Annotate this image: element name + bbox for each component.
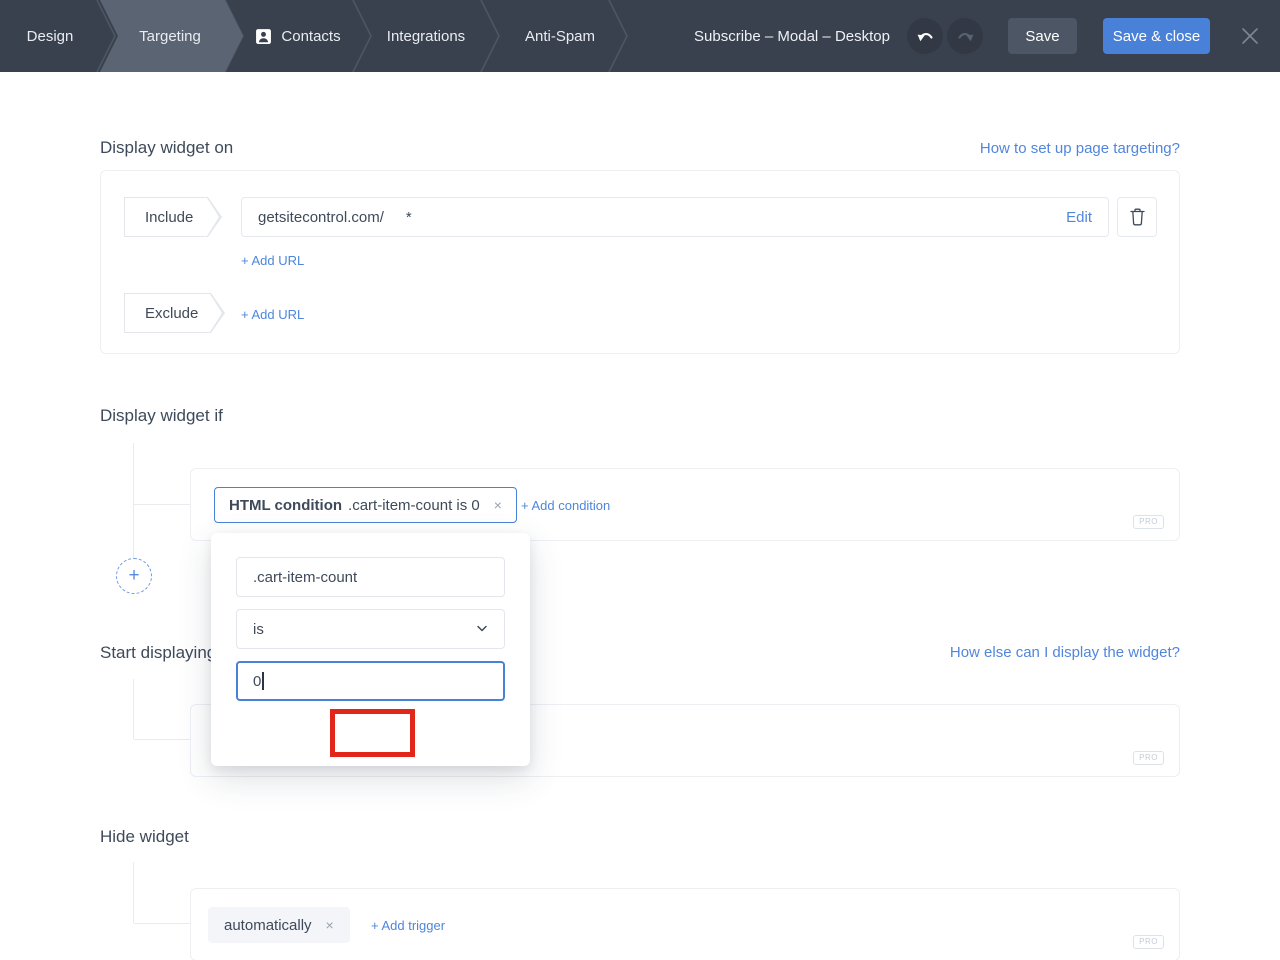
- value-input-value: 0: [253, 673, 261, 690]
- hide-widget-heading: Hide widget: [100, 827, 189, 847]
- exclude-tag: Exclude: [124, 293, 225, 333]
- exclude-label: Exclude: [145, 305, 198, 322]
- add-url-link-exclude[interactable]: + Add URL: [241, 307, 304, 322]
- hide-widget-panel: automatically × + Add trigger PRO: [190, 888, 1180, 960]
- start-displaying-heading: Start displaying: [100, 643, 216, 663]
- widget-title: Subscribe – Modal – Desktop: [660, 0, 924, 72]
- tree-connector-horizontal: [134, 504, 190, 505]
- tab-contacts-label: Contacts: [281, 28, 340, 45]
- css-selector-input[interactable]: .cart-item-count: [236, 557, 505, 597]
- display-widget-if-heading: Display widget if: [100, 406, 223, 426]
- add-condition-group-button[interactable]: +: [116, 558, 152, 594]
- pro-badge: PRO: [1133, 751, 1164, 765]
- include-label: Include: [145, 209, 193, 226]
- redo-button[interactable]: [947, 18, 983, 54]
- html-condition-popup: .cart-item-count is 0 Done: [211, 533, 530, 766]
- operator-value: is: [253, 621, 264, 638]
- condition-type-label: HTML condition: [229, 497, 342, 514]
- targeting-settings-page: Design Targeting Contacts Integrations A…: [0, 0, 1280, 960]
- condition-detail-label: .cart-item-count is 0: [348, 497, 480, 514]
- remove-condition-icon[interactable]: ×: [494, 497, 502, 513]
- contact-card-icon: [255, 28, 272, 45]
- display-if-panel: HTML condition .cart-item-count is 0 × +…: [190, 468, 1180, 541]
- tab-anti-spam-label: Anti-Spam: [525, 28, 595, 45]
- add-condition-link[interactable]: + Add condition: [521, 498, 610, 513]
- text-cursor: [262, 672, 264, 690]
- undo-button[interactable]: [907, 18, 943, 54]
- tree-connector-vertical: [133, 679, 134, 739]
- include-tag: Include: [124, 197, 222, 237]
- tab-targeting[interactable]: Targeting: [106, 0, 234, 72]
- include-url-field[interactable]: getsitecontrol.com/ * Edit: [241, 197, 1109, 237]
- tab-design-label: Design: [27, 28, 74, 45]
- display-on-panel: Include getsitecontrol.com/ * Edit + Add…: [100, 170, 1180, 354]
- close-icon[interactable]: [1241, 27, 1259, 45]
- tab-integrations[interactable]: Integrations: [362, 0, 490, 72]
- remove-trigger-icon[interactable]: ×: [326, 917, 334, 933]
- include-url-value: getsitecontrol.com/: [258, 209, 384, 226]
- undo-icon: [916, 29, 935, 44]
- trash-icon: [1130, 208, 1145, 226]
- top-nav: Design Targeting Contacts Integrations A…: [0, 0, 1280, 72]
- save-and-close-button[interactable]: Save & close: [1103, 18, 1210, 54]
- value-input[interactable]: 0: [236, 661, 505, 701]
- tree-connector-vertical: [133, 862, 134, 923]
- automatically-trigger-chip[interactable]: automatically ×: [208, 907, 350, 943]
- display-widget-help-link[interactable]: How else can I display the widget?: [950, 644, 1180, 661]
- operator-select[interactable]: is: [236, 609, 505, 649]
- html-condition-chip[interactable]: HTML condition .cart-item-count is 0 ×: [214, 487, 517, 523]
- tree-connector-vertical: [133, 443, 134, 558]
- include-url-wildcard: *: [406, 209, 412, 226]
- add-url-link-include[interactable]: + Add URL: [241, 253, 304, 268]
- edit-url-link[interactable]: Edit: [1066, 209, 1092, 226]
- tab-anti-spam[interactable]: Anti-Spam: [492, 0, 628, 72]
- css-selector-value: .cart-item-count: [253, 569, 357, 586]
- tree-connector-horizontal: [134, 923, 190, 924]
- tab-targeting-label: Targeting: [139, 28, 201, 45]
- tree-connector-horizontal: [134, 739, 190, 740]
- pro-badge: PRO: [1133, 515, 1164, 529]
- tab-design[interactable]: Design: [0, 0, 100, 72]
- pro-badge: PRO: [1133, 935, 1164, 949]
- save-button[interactable]: Save: [1008, 18, 1077, 54]
- tab-contacts[interactable]: Contacts: [234, 0, 362, 72]
- page-targeting-help-link[interactable]: How to set up page targeting?: [980, 140, 1180, 157]
- redo-icon: [956, 29, 975, 44]
- tab-integrations-label: Integrations: [387, 28, 465, 45]
- display-widget-on-heading: Display widget on: [100, 138, 233, 158]
- delete-url-button[interactable]: [1117, 197, 1157, 237]
- plus-icon: +: [128, 565, 139, 587]
- trigger-label: automatically: [224, 917, 312, 934]
- add-trigger-link[interactable]: + Add trigger: [371, 918, 445, 933]
- chevron-down-icon: [476, 625, 488, 633]
